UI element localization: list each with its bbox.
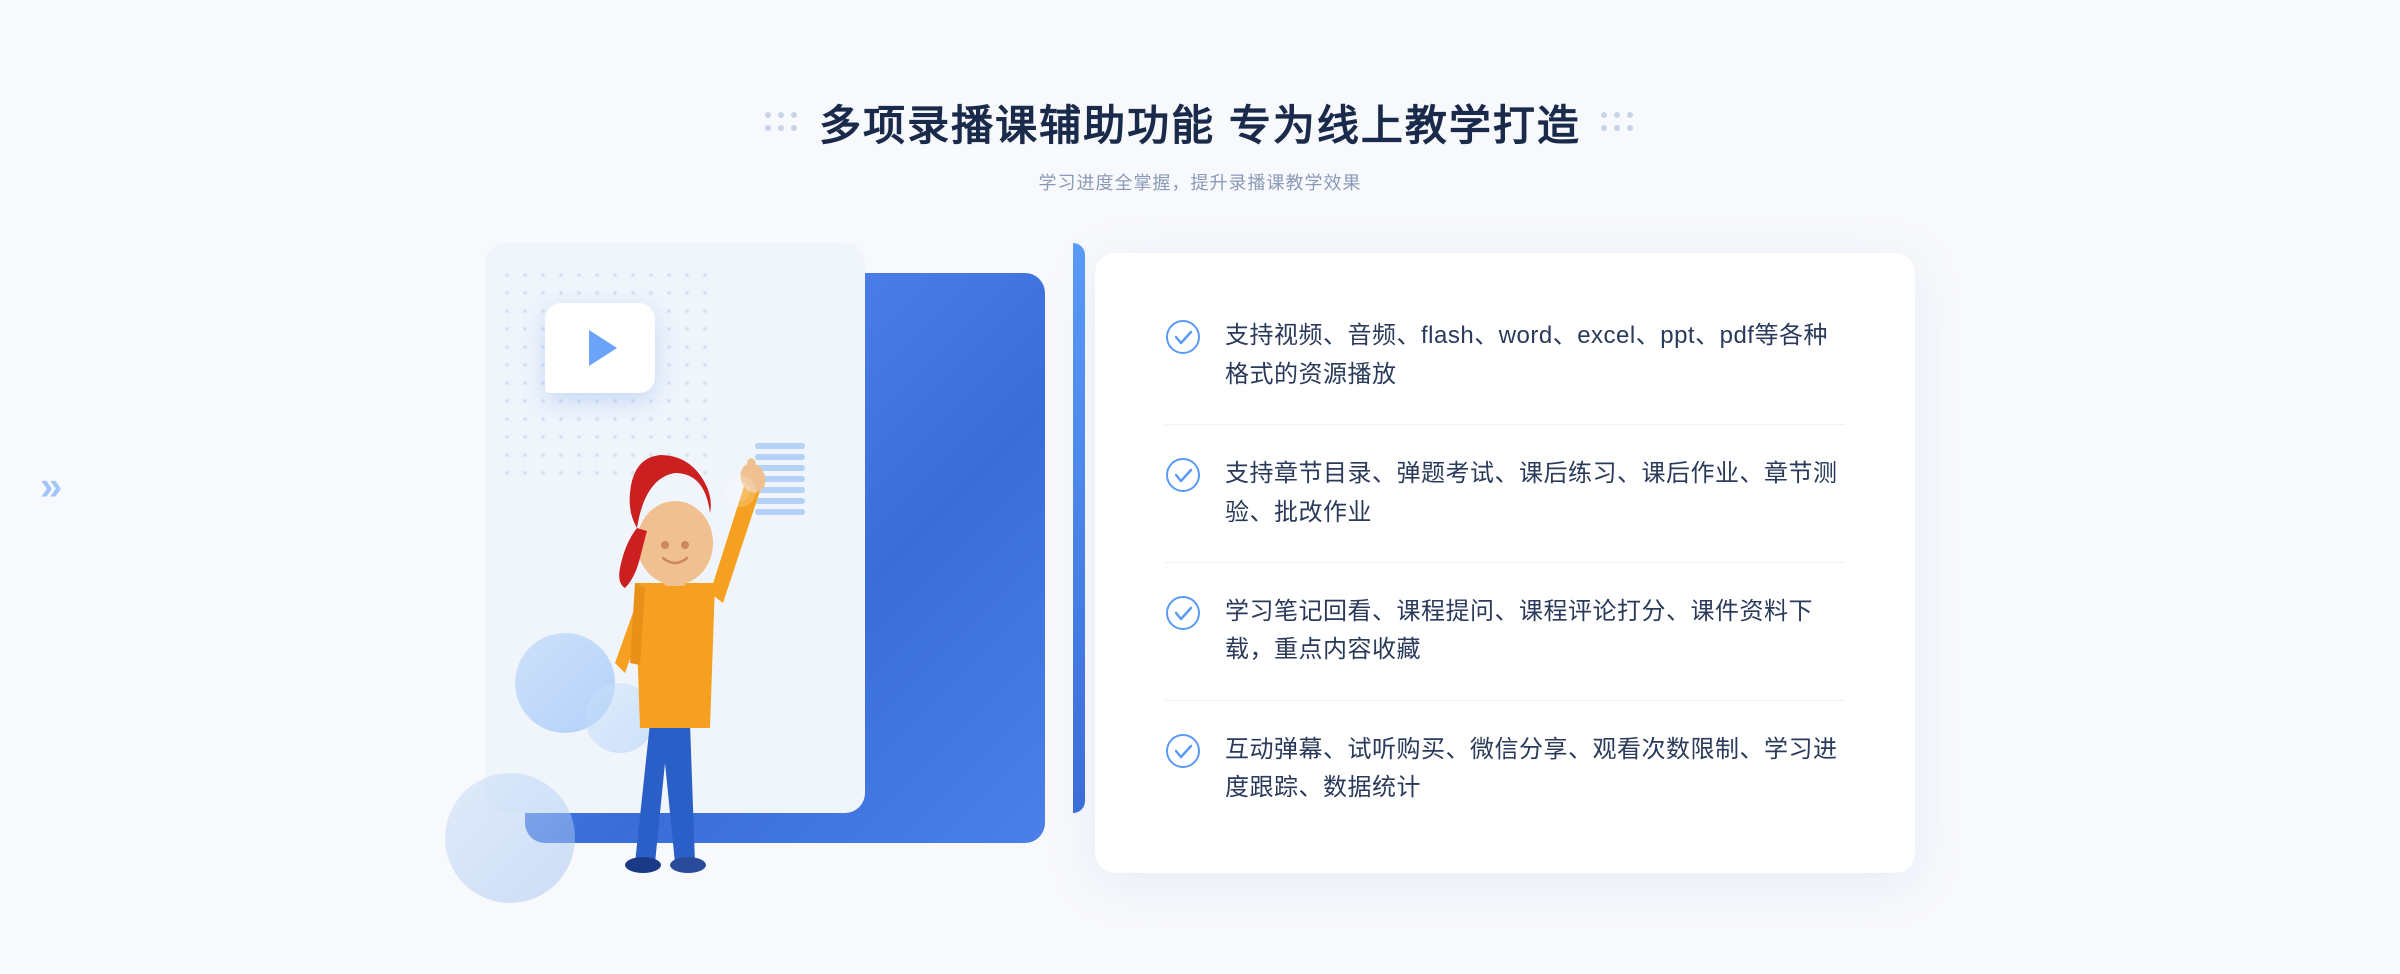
check-icon-1 bbox=[1165, 319, 1201, 355]
feature-text-2: 支持章节目录、弹题考试、课后练习、课后作业、章节测验、批改作业 bbox=[1225, 455, 1845, 532]
feature-divider-2 bbox=[1165, 562, 1845, 563]
check-icon-2 bbox=[1165, 457, 1201, 493]
feature-text-4: 互动弹幕、试听购买、微信分享、观看次数限制、学习进度跟踪、数据统计 bbox=[1225, 731, 1845, 808]
main-title: 多项录播课辅助功能 专为线上教学打造 bbox=[819, 92, 1581, 153]
play-bubble bbox=[545, 303, 655, 393]
title-dots-left bbox=[765, 112, 799, 133]
sub-title: 学习进度全掌握，提升录播课教学效果 bbox=[765, 169, 1635, 195]
feature-text-1: 支持视频、音频、flash、word、excel、ppt、pdf等各种格式的资源… bbox=[1225, 317, 1845, 394]
play-icon bbox=[589, 330, 617, 366]
blue-accent-bar bbox=[1073, 243, 1085, 813]
feature-divider-1 bbox=[1165, 424, 1845, 425]
features-panel: 支持视频、音频、flash、word、excel、ppt、pdf等各种格式的资源… bbox=[1095, 253, 1915, 873]
feature-divider-3 bbox=[1165, 700, 1845, 701]
feature-item-3: 学习笔记回看、课程提问、课程评论打分、课件资料下载，重点内容收藏 bbox=[1165, 593, 1845, 670]
page-container: » 多项录播课辅助功能 专为线上教学打造 学习进度全掌握，提升录播课教学效果 bbox=[0, 0, 2400, 974]
feature-item-2: 支持章节目录、弹题考试、课后练习、课后作业、章节测验、批改作业 bbox=[1165, 455, 1845, 532]
left-chevron-decoration: » bbox=[40, 465, 62, 510]
title-row: 多项录播课辅助功能 专为线上教学打造 bbox=[765, 92, 1635, 153]
main-content: 支持视频、音频、flash、word、excel、ppt、pdf等各种格式的资源… bbox=[450, 243, 1950, 883]
feature-text-3: 学习笔记回看、课程提问、课程评论打分、课件资料下载，重点内容收藏 bbox=[1225, 593, 1845, 670]
check-icon-3 bbox=[1165, 595, 1201, 631]
illustration-area bbox=[485, 243, 1065, 883]
person-illustration bbox=[545, 383, 805, 883]
feature-item-1: 支持视频、音频、flash、word、excel、ppt、pdf等各种格式的资源… bbox=[1165, 317, 1845, 394]
title-dots-right bbox=[1601, 112, 1635, 133]
feature-item-4: 互动弹幕、试听购买、微信分享、观看次数限制、学习进度跟踪、数据统计 bbox=[1165, 731, 1845, 808]
header-section: 多项录播课辅助功能 专为线上教学打造 学习进度全掌握，提升录播课教学效果 bbox=[765, 92, 1635, 195]
check-icon-4 bbox=[1165, 733, 1201, 769]
